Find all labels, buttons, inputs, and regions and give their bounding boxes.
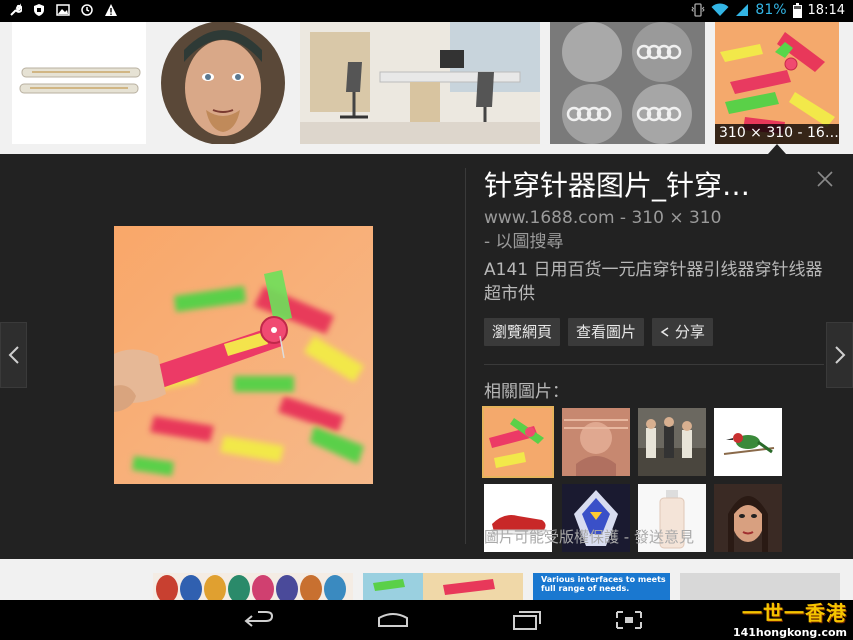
vibrate-icon: [691, 3, 706, 17]
share-button[interactable]: 分享: [652, 318, 713, 346]
visit-page-button[interactable]: 瀏覽網頁: [484, 318, 561, 346]
image-dimensions-label: 310 × 310 - 16…: [715, 124, 839, 144]
wifi-icon: [711, 3, 729, 16]
share-label: 分享: [674, 323, 705, 341]
share-icon: [660, 327, 669, 337]
related-image-bird[interactable]: [714, 408, 782, 476]
panel-divider: [465, 168, 466, 544]
view-image-button[interactable]: 查看圖片: [568, 318, 645, 346]
image-results-strip: 310 × 310 - 16…: [0, 22, 853, 154]
battery-percent: 81%: [755, 2, 787, 18]
signal-icon: [736, 4, 749, 16]
copyright-feedback-link[interactable]: 圖片可能受版權保護 - 發送意見: [484, 526, 694, 547]
recent-apps-icon[interactable]: [510, 608, 544, 632]
image-info: 针穿针器图片_针穿… www.1688.com - 310 × 310 - 以圖…: [484, 168, 824, 402]
result-thumb-gray[interactable]: [680, 573, 840, 600]
related-images-label: 相關圖片：: [484, 382, 569, 402]
more-results-strip: Various interfaces to meets full range o…: [0, 559, 853, 600]
back-icon[interactable]: [242, 608, 276, 632]
previous-image-button[interactable]: [0, 322, 27, 388]
watermark-name: 一世一香港: [742, 601, 847, 625]
next-image-button[interactable]: [826, 322, 853, 388]
clock: 18:14: [807, 2, 845, 18]
result-thumb-threader-selected[interactable]: 310 × 310 - 16…: [715, 22, 839, 144]
screen: 81% 18:14 310 × 310 - 16… 针穿针器图片_针穿… www…: [0, 0, 853, 640]
battery-icon: [792, 2, 802, 18]
chevron-left-icon: [8, 346, 19, 364]
main-image[interactable]: [114, 226, 373, 484]
home-icon[interactable]: [376, 608, 410, 632]
result-thumb-man-portrait[interactable]: [156, 22, 290, 144]
image-detail-panel: 针穿针器图片_针穿… www.1688.com - 310 × 310 - 以圖…: [0, 154, 853, 559]
selection-pointer: [768, 144, 786, 154]
related-image-band[interactable]: [638, 408, 706, 476]
image-icon: [56, 4, 70, 16]
image-title[interactable]: 针穿针器图片_针穿…: [484, 168, 824, 204]
info-separator: [484, 364, 824, 365]
warning-icon: [105, 4, 117, 16]
image-source: www.1688.com - 310 × 310 - 以圖搜尋: [484, 206, 824, 254]
image-description: A141 日用百货一元店穿针器引线器穿针线器超市供: [484, 260, 823, 304]
related-image-carving[interactable]: [562, 408, 630, 476]
result-thumb-threaders[interactable]: [363, 573, 523, 600]
ad-text: Various interfaces to meets full range o…: [541, 575, 666, 593]
status-bar: 81% 18:14: [0, 0, 853, 22]
result-thumb-masks[interactable]: [153, 573, 353, 600]
screenshot-icon[interactable]: [612, 608, 646, 632]
source-url[interactable]: www.1688.com - 310 × 310: [484, 206, 824, 230]
site-watermark: 一世一香港 141hongkong.com: [733, 597, 847, 639]
related-image-threader[interactable]: [482, 406, 554, 478]
watermark-url: 141hongkong.com: [732, 626, 847, 639]
wrench-icon: [10, 3, 22, 16]
shield-icon: [34, 4, 44, 16]
result-thumb-audi-caps[interactable]: [550, 22, 705, 144]
chevron-right-icon: [834, 346, 845, 364]
system-nav-bar: [0, 600, 853, 640]
action-buttons: 瀏覽網頁 查看圖片 分享: [484, 318, 824, 346]
related-image-woman[interactable]: [714, 484, 782, 552]
sync-icon: [81, 4, 93, 16]
search-by-image-link[interactable]: - 以圖搜尋: [484, 230, 824, 254]
result-thumb-halogen-bulbs[interactable]: [12, 22, 146, 144]
close-icon[interactable]: [814, 168, 836, 190]
result-thumb-office[interactable]: [300, 22, 540, 144]
